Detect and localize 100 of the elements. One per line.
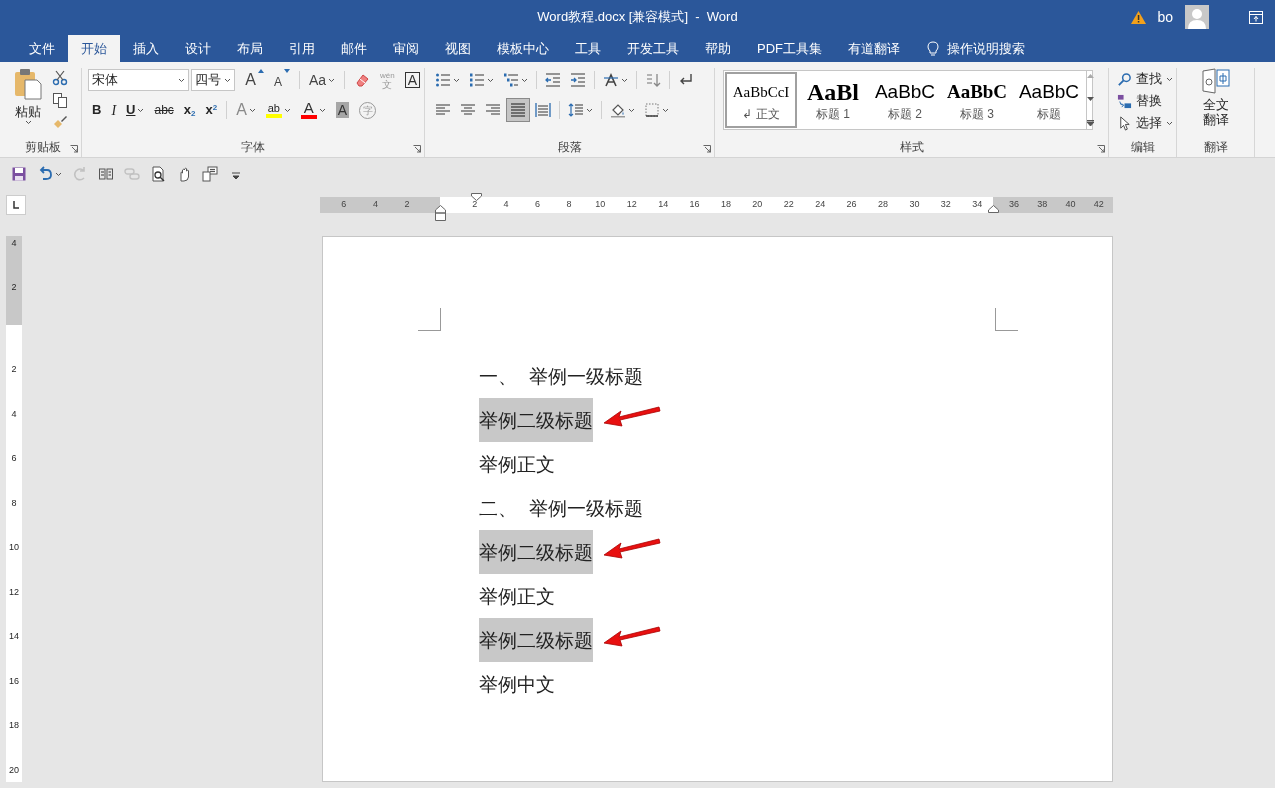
style-item[interactable]: AaBbCcI ↲ 正文 [725, 72, 797, 128]
format-painter-button[interactable] [52, 114, 68, 130]
change-case-button[interactable]: Aa [304, 68, 340, 92]
ruler-number: 6 [340, 198, 348, 211]
justify-button[interactable] [506, 98, 530, 122]
ruler-number: 12 [9, 585, 19, 599]
ruler-number: 22 [782, 198, 795, 211]
paragraph-text: 举例正文 [479, 451, 555, 477]
ribbon-tab[interactable]: 有道翻译 [835, 35, 913, 62]
subscript-button[interactable]: x$_{2}$ [179, 98, 200, 122]
ruler-number: 40 [1064, 198, 1077, 211]
ribbon-tab[interactable]: 视图 [432, 35, 484, 62]
strikethrough-button[interactable]: abc [150, 98, 178, 122]
cut-button[interactable] [52, 70, 68, 86]
style-item[interactable]: AaBbC 标题 3 [941, 72, 1013, 128]
left-indent-marker[interactable] [435, 205, 446, 221]
translate-icon [1200, 68, 1231, 94]
sort-icon [645, 72, 661, 88]
dialog-launcher-icon [413, 145, 421, 153]
underline-button[interactable]: U [122, 98, 149, 122]
character-shading-button[interactable]: A [331, 98, 354, 122]
ribbon-display-icon[interactable] [1249, 10, 1263, 24]
bold-button[interactable]: B [88, 98, 106, 122]
ruler-number: 14 [9, 630, 19, 643]
tell-me-search[interactable]: 操作说明搜索 [947, 38, 1025, 59]
user-name[interactable]: bo [1157, 6, 1173, 28]
vertical-ruler[interactable]: 4 2 2 4 6 8 10 12 14 16 18 20 [6, 236, 22, 782]
dialog-launcher-icon [70, 145, 78, 153]
warning-icon[interactable] [1130, 9, 1148, 25]
multilevel-list-icon [503, 72, 519, 88]
style-item[interactable]: AaBl 标题 1 [797, 72, 869, 128]
ribbon-tab[interactable]: 引用 [276, 35, 328, 62]
highlighted-text: 举例二级标题 [479, 398, 593, 442]
print-preview-icon [150, 166, 166, 182]
redo-icon [72, 166, 88, 182]
ruler-number: 32 [939, 198, 952, 211]
align-center-icon [460, 102, 476, 118]
font-name-field[interactable]: 宋体 [88, 69, 189, 91]
ribbon-tab[interactable]: 布局 [224, 35, 276, 62]
margin-corner-mark [418, 308, 441, 331]
cursor-icon [1117, 115, 1132, 131]
translate-document-button[interactable]: 全文 翻译 [1200, 68, 1231, 127]
undo-icon [37, 166, 53, 182]
ruler-number: 6 [11, 452, 17, 465]
group-label: 编辑 [1129, 140, 1156, 156]
replace-button[interactable]: 替换 [1117, 90, 1176, 112]
ribbon-tab[interactable]: 邮件 [328, 35, 380, 62]
down-triangle-icon [283, 69, 290, 73]
group-label: 字体 [240, 140, 266, 156]
style-item[interactable]: AaBbC 标题 2 [869, 72, 941, 128]
paragraph-text: 举例正文 [479, 583, 555, 609]
superscript-button[interactable]: x$^{2}$ [201, 98, 222, 122]
first-line-indent-marker[interactable] [471, 193, 482, 201]
right-indent-marker[interactable] [988, 205, 999, 213]
style-item[interactable]: AaBbC 标题 [1013, 72, 1085, 128]
ruler-number: 42 [1092, 198, 1105, 211]
font-color-button[interactable]: A [296, 98, 330, 122]
font-size-field[interactable]: 四号 [190, 69, 236, 91]
ribbon-tab[interactable]: 模板中心 [484, 35, 562, 62]
character-border-button[interactable]: A [400, 68, 424, 92]
down-triangle-icon [1087, 97, 1094, 101]
ruler-number: 10 [594, 198, 607, 211]
ribbon-tab[interactable]: 文件 [16, 35, 68, 62]
ribbon-tab[interactable]: 工具 [562, 35, 614, 62]
highlighted-text: 举例二级标题 [479, 530, 593, 574]
comment-icon [202, 166, 218, 182]
tab-stop-icon[interactable] [6, 195, 26, 215]
ribbon-tab[interactable]: 开始 [68, 35, 120, 62]
italic-button[interactable]: I [107, 98, 121, 122]
ribbon-tab[interactable]: 开发工具 [614, 35, 692, 62]
search-icon [1117, 71, 1132, 87]
ruler-number: 4 [371, 198, 379, 211]
select-button[interactable]: 选择 [1117, 112, 1176, 134]
up-triangle-icon [1087, 74, 1094, 78]
copy-button[interactable] [52, 92, 68, 108]
ruler-number: 2 [11, 363, 17, 376]
ribbon-tab[interactable]: 帮助 [692, 35, 744, 62]
up-triangle-icon [257, 69, 264, 73]
shrink-font-button[interactable]: A [269, 68, 294, 92]
grow-font-button[interactable]: A [241, 68, 268, 92]
lightbulb-icon [927, 40, 939, 57]
highlight-button[interactable]: ab [261, 98, 295, 122]
ribbon-tab[interactable]: 审阅 [380, 35, 432, 62]
ruler-number: 16 [688, 198, 701, 211]
ruler-number: 2 [471, 198, 479, 211]
ruler-number: 12 [625, 198, 638, 211]
find-button[interactable]: 查找 [1117, 68, 1176, 90]
group-label: 剪贴板 [23, 140, 62, 156]
ruler-number: 20 [751, 198, 764, 211]
brush-icon [52, 114, 68, 130]
ribbon-tab[interactable]: PDF工具集 [744, 35, 835, 62]
group-label: 样式 [898, 140, 925, 156]
decrease-indent-icon [545, 72, 561, 88]
ruler-number: 38 [1036, 198, 1049, 211]
ribbon-tab[interactable]: 设计 [172, 35, 224, 62]
scissors-icon [52, 70, 68, 86]
ribbon-tab[interactable]: 插入 [120, 35, 172, 62]
highlighted-text: 举例二级标题 [479, 618, 593, 662]
gallery-scrollbar[interactable] [1086, 71, 1094, 129]
paste-button[interactable]: 粘贴 [12, 68, 44, 130]
